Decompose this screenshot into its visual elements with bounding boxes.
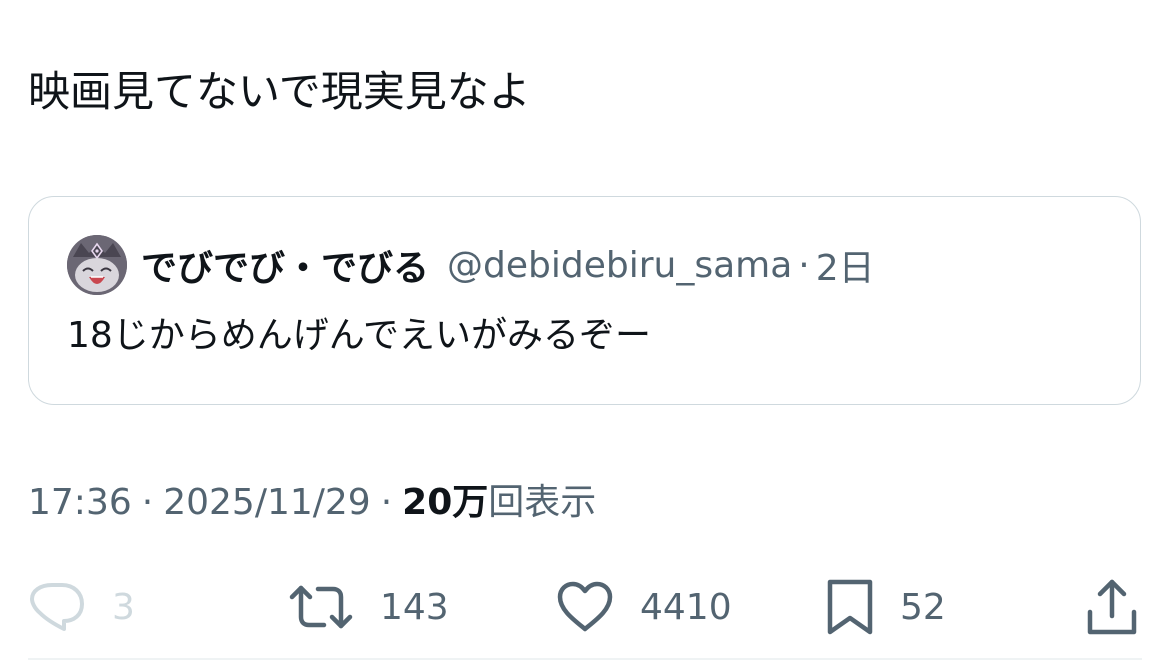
- meta-separator: ·: [380, 482, 393, 523]
- like-count: 4410: [640, 586, 732, 628]
- tweet-meta: 17:36 · 2025/11/29 · 20万回表示: [28, 478, 596, 528]
- views-label: 回表示: [488, 482, 597, 523]
- reply-count: 3: [112, 586, 135, 628]
- quoted-separator: ·: [798, 244, 810, 286]
- quoted-handle[interactable]: @debidebiru_sama: [447, 245, 792, 286]
- quoted-tweet-text: 18じからめんげんでえいがみるぞー: [67, 315, 652, 356]
- retweet-icon: [288, 583, 354, 631]
- share-button[interactable]: [1086, 572, 1138, 642]
- divider: [28, 658, 1142, 660]
- bookmark-count: 52: [900, 586, 946, 628]
- quoted-tweet-header: でびでび・でびる @debidebiru_sama · 2日: [141, 237, 875, 293]
- meta-separator: ·: [141, 482, 154, 523]
- bookmark-button[interactable]: 52: [826, 572, 946, 642]
- like-button[interactable]: 4410: [556, 572, 732, 642]
- retweet-button[interactable]: 143: [288, 572, 449, 642]
- quoted-display-name[interactable]: でびでび・でびる: [141, 239, 429, 291]
- bookmark-icon: [826, 578, 874, 636]
- avatar[interactable]: [67, 235, 127, 295]
- views-count[interactable]: 20万: [402, 482, 488, 523]
- retweet-count: 143: [380, 586, 449, 628]
- quoted-time-ago[interactable]: 2日: [816, 239, 875, 291]
- quoted-tweet-card[interactable]: でびでび・でびる @debidebiru_sama · 2日 18じからめんげん…: [28, 196, 1141, 405]
- tweet-text: 映画見てないで現実見なよ: [28, 67, 531, 116]
- tweet-date[interactable]: 2025/11/29: [163, 482, 371, 523]
- reply-icon: [28, 581, 86, 633]
- reply-button[interactable]: 3: [28, 572, 135, 642]
- share-icon: [1086, 578, 1138, 636]
- action-bar: 3 143 4410 52: [0, 572, 1170, 642]
- tweet-time[interactable]: 17:36: [28, 482, 132, 523]
- heart-icon: [556, 581, 614, 633]
